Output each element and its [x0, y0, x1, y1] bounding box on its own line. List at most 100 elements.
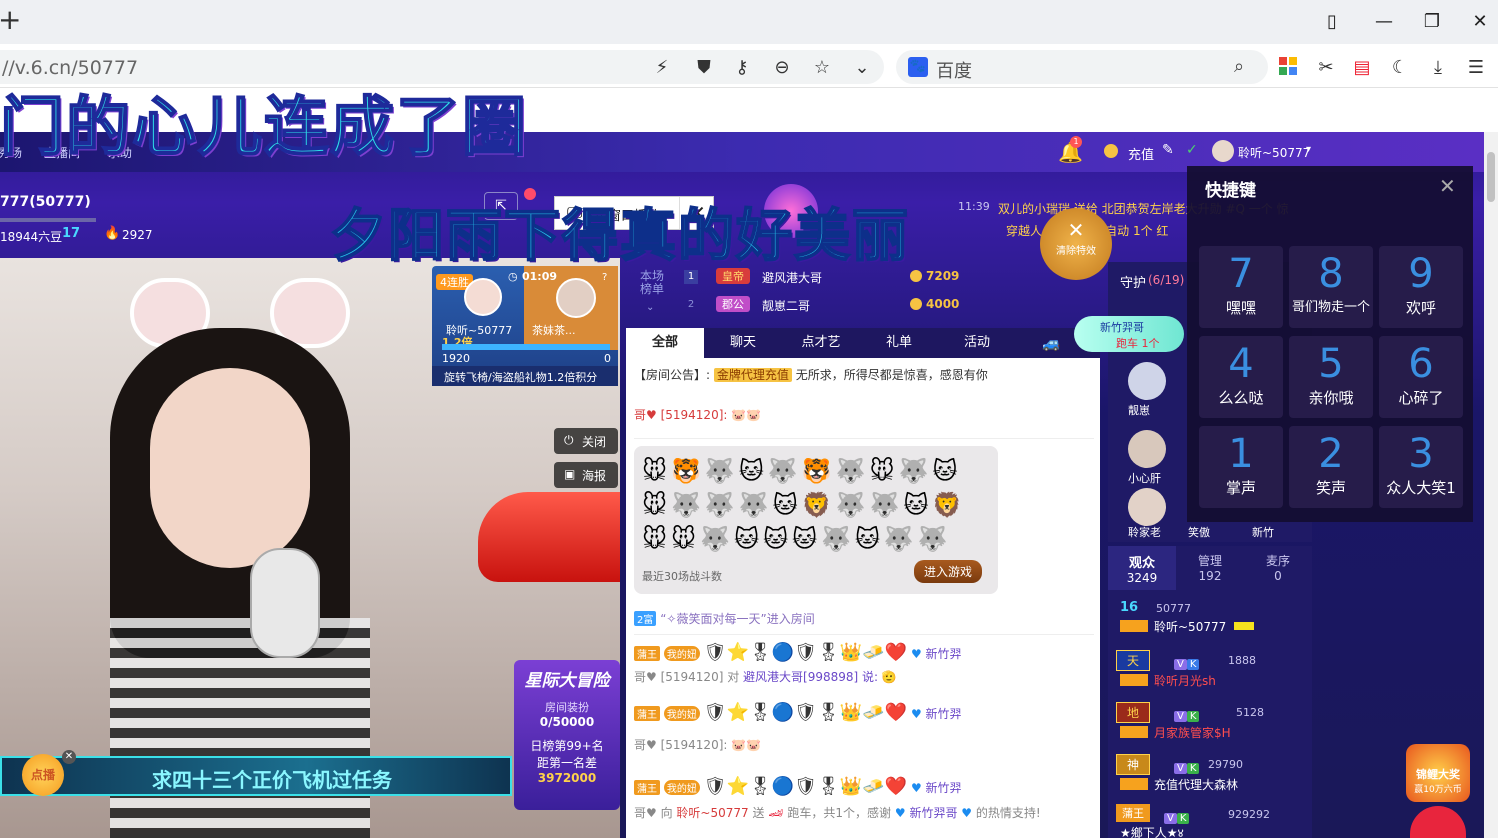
guard-avatar[interactable]: [1128, 362, 1166, 400]
scrollbar-thumb[interactable]: [1487, 152, 1495, 202]
face: [150, 368, 310, 568]
list-item[interactable]: 蒲王 VK 929292 ★鄉下人★४: [1116, 804, 1306, 838]
menu-icon[interactable]: ☰: [1464, 56, 1488, 80]
sidebar-toggle-icon[interactable]: ▯: [1320, 10, 1344, 34]
rank-badge: [1120, 778, 1148, 790]
guard-name[interactable]: 笑傲: [1188, 524, 1210, 540]
gift-recipient[interactable]: 聆听~50777: [676, 806, 748, 820]
song-request-button[interactable]: 点播: [22, 754, 64, 796]
room-level: 17: [62, 226, 81, 241]
fans-count: 2927: [122, 228, 153, 242]
new-tab-button[interactable]: +: [0, 6, 21, 34]
emoji-icon: 🫡: [881, 670, 897, 684]
chat-area[interactable]: 【房间公告】: 金牌代理充值 无所求，所得尽都是惊喜，感恩有你 哥♥ [5194…: [626, 358, 1100, 838]
guard-avatar[interactable]: [1128, 430, 1166, 468]
chat-user-name[interactable]: 新竹羿: [926, 647, 962, 661]
download-icon[interactable]: ⤓: [1426, 56, 1450, 80]
maximize-button[interactable]: ❐: [1420, 10, 1444, 34]
gift-bubble[interactable]: 新竹羿哥 跑车 1个: [1074, 316, 1184, 352]
moon-icon[interactable]: ☾: [1388, 56, 1412, 80]
key-icon[interactable]: ⚷: [732, 58, 752, 78]
shortcut-key-4[interactable]: 4 么么哒: [1199, 336, 1283, 418]
shortcut-key-5[interactable]: 5 亲你哦: [1289, 336, 1373, 418]
flame-icon: 🔥: [104, 226, 121, 241]
event-panel[interactable]: 星际大冒险 房间装扮 0/50000 日榜第99+名 距第一名差 3972000: [514, 660, 620, 810]
shortcut-key-2[interactable]: 2 笑声: [1289, 426, 1373, 508]
pk-footer: 旋转飞椅/海盗船礼物1.2倍积分: [444, 371, 598, 384]
chevron-down-icon[interactable]: ▾: [1306, 144, 1311, 155]
close-icon[interactable]: ✕: [1439, 174, 1456, 198]
coin-icon: [1104, 144, 1118, 158]
search-icon[interactable]: ⌕: [1234, 56, 1244, 77]
chat-target-name[interactable]: 避风港大哥[998898] 说:: [743, 670, 878, 684]
page-scrollbar[interactable]: [1484, 132, 1498, 838]
game-caption: 最近30场战斗数: [642, 570, 722, 583]
list-item[interactable]: 地 VK 5128 月家族管家$H: [1116, 702, 1306, 750]
edit-icon[interactable]: ✎: [1162, 142, 1174, 158]
tab-mic-queue[interactable]: 麦序 0: [1244, 546, 1312, 590]
chat-message-text: 哥♥ [5194120]:: [634, 408, 728, 422]
promo-badge[interactable]: 锦鲤大奖 赢10万六币: [1406, 744, 1470, 802]
user-name: ★鄉下人★४: [1120, 826, 1184, 838]
enter-game-button[interactable]: 进入游戏: [914, 560, 983, 583]
shortcut-key-6[interactable]: 6 心碎了: [1379, 336, 1463, 418]
lightning-icon[interactable]: ⚡: [652, 58, 672, 78]
tab-all[interactable]: 全部: [626, 328, 704, 358]
shield-icon[interactable]: ⛊: [694, 58, 714, 78]
chat-user-name[interactable]: 新竹羿: [926, 707, 962, 721]
shortcut-key-9[interactable]: 9 欢呼: [1379, 246, 1463, 328]
url-text[interactable]: //v.6.cn/50777: [2, 57, 138, 79]
tab-audience-count: 3249: [1126, 571, 1158, 585]
avatar[interactable]: [1212, 140, 1234, 162]
guard-name[interactable]: 新竹: [1252, 524, 1274, 540]
url-field[interactable]: //v.6.cn/50777 ⚡ ⛊ ⚷ ⊖ ☆ ⌄: [0, 50, 884, 84]
shortcut-key-1[interactable]: 1 掌声: [1199, 426, 1283, 508]
my-tag-badge: 我的妞: [663, 780, 700, 795]
scissors-icon[interactable]: ✂: [1314, 56, 1338, 80]
guard-name[interactable]: 小心肝: [1128, 470, 1161, 486]
tab-gifts[interactable]: 礼单: [860, 328, 938, 358]
game-card[interactable]: 🐭🐯🐺🐱🐺🐯🐺🐭🐺🐱 🐭🐺🐺🐺🐱🦁🐺🐺🐱🦁 🐭🐭🐺🐱🐱🐱🐺🐱🐺🐺 最近30场战斗数 …: [634, 446, 998, 594]
guard-avatar[interactable]: [1128, 488, 1166, 526]
poster-button[interactable]: ▣ 海报: [554, 462, 618, 488]
rank-user-name[interactable]: 靓崽二哥: [762, 297, 810, 314]
ranking-label: 本场榜单: [640, 269, 665, 296]
chevron-down-icon[interactable]: ⌄: [852, 58, 872, 78]
coin-icon: [910, 270, 922, 282]
close-video-button[interactable]: ⏻ 关闭: [554, 428, 618, 454]
recharge-link[interactable]: 充值: [1128, 144, 1154, 163]
shortcut-key-3[interactable]: 3 众人大笑1: [1379, 426, 1463, 508]
clear-effects-button[interactable]: ✕ 清除特效: [1040, 208, 1112, 280]
shortcut-key-7[interactable]: 7 嘿嘿: [1199, 246, 1283, 328]
star-icon[interactable]: ☆: [812, 58, 832, 78]
tab-audience[interactable]: 观众 3249: [1108, 546, 1176, 590]
right-avatar[interactable]: [556, 278, 596, 318]
search-box[interactable]: 🐾 百度 ⌕: [896, 50, 1268, 84]
list-item[interactable]: 天 VK 1888 聆听月光sh: [1116, 650, 1306, 698]
zoom-out-icon[interactable]: ⊖: [772, 58, 792, 78]
pdf-icon[interactable]: ▤: [1350, 56, 1374, 80]
gift-sender[interactable]: 新竹羿哥: [909, 806, 957, 820]
list-item[interactable]: 神 VK 29790 充值代理大森林: [1116, 754, 1306, 802]
guard-name[interactable]: 聆家老: [1128, 524, 1161, 540]
tab-admins[interactable]: 管理 192: [1176, 546, 1244, 590]
chat-user-name[interactable]: 新竹羿: [926, 781, 962, 795]
chat-tabs: 全部 聊天 点才艺 礼单 活动 🚙: [626, 328, 1100, 358]
heart-icon: ♥: [894, 806, 906, 820]
list-item[interactable]: 16 50777 聆听~50777: [1116, 598, 1306, 646]
username-link[interactable]: 聆听~50777: [1238, 144, 1310, 161]
car-icon[interactable]: 🚙: [1042, 334, 1061, 352]
minimize-button[interactable]: —: [1372, 10, 1396, 34]
tab-talent[interactable]: 点才艺: [782, 328, 860, 358]
apps-grid-icon[interactable]: [1276, 56, 1300, 80]
pk-panel[interactable]: 4连胜 ◷ 01:09 ? 聆听~50777 茶妹茶... 1.2倍 1920 …: [432, 266, 618, 386]
chevron-down-icon[interactable]: ⌄: [646, 302, 654, 313]
tab-chat[interactable]: 聊天: [704, 328, 782, 358]
help-icon[interactable]: ?: [602, 272, 607, 283]
tab-activity[interactable]: 活动: [938, 328, 1016, 358]
left-avatar[interactable]: [464, 278, 502, 316]
close-window-button[interactable]: ✕: [1468, 10, 1492, 34]
close-icon[interactable]: ✕: [62, 750, 76, 764]
shortcut-key-8[interactable]: 8 哥们物走一个: [1289, 246, 1373, 328]
guard-name[interactable]: 靓崽: [1128, 402, 1150, 418]
